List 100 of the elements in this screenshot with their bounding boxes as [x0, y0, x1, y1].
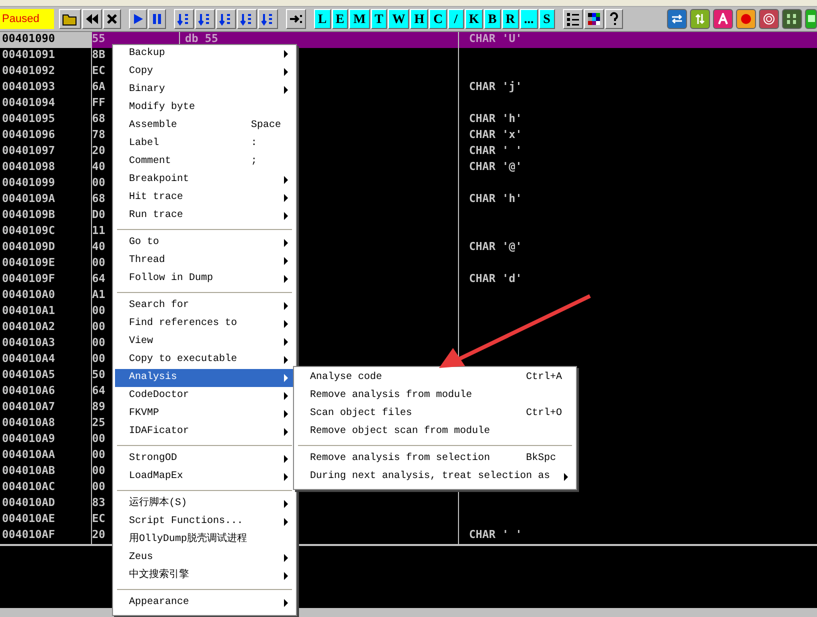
status-label: Paused: [0, 9, 54, 29]
comment-cell: CHAR 'h': [469, 112, 522, 125]
submenu-arrow-icon: [284, 410, 288, 418]
comment-cell: CHAR '@': [469, 160, 522, 173]
play-icon[interactable]: [129, 9, 147, 29]
address-cell: 0040109C: [0, 224, 92, 240]
comment-cell: CHAR 'd': [469, 272, 522, 285]
comment-cell: CHAR 'h': [469, 192, 522, 205]
address-cell: 004010AD: [0, 496, 92, 512]
address-cell: 00401099: [0, 176, 92, 192]
menu-item[interactable]: Remove analysis from selection BkSpc: [296, 450, 574, 468]
comment-cell: CHAR 'x': [469, 128, 522, 141]
pause-icon[interactable]: [148, 9, 166, 29]
address-cell: 004010AC: [0, 480, 92, 496]
address-cell: 00401098: [0, 160, 92, 176]
window-button[interactable]: L: [314, 9, 331, 29]
window-button[interactable]: C: [429, 9, 447, 29]
submenu-arrow-icon: [284, 572, 288, 580]
address-cell: 004010AE: [0, 512, 92, 528]
address-cell: 004010A7: [0, 400, 92, 416]
address-cell: 00401093: [0, 80, 92, 96]
submenu-arrow-icon: [284, 500, 288, 508]
address-cell: 004010A0: [0, 288, 92, 304]
address-cell: 00401094: [0, 96, 92, 112]
window-button[interactable]: B: [484, 9, 501, 29]
submenu-arrow-icon: [284, 473, 288, 481]
window-button[interactable]: K: [464, 9, 483, 29]
submenu-arrow-icon: [284, 239, 288, 247]
open-icon[interactable]: [59, 9, 81, 29]
a-icon[interactable]: [713, 9, 733, 29]
submenu-arrow-icon: [284, 50, 288, 58]
window-button[interactable]: /: [448, 9, 464, 29]
step-icon[interactable]: [216, 9, 236, 29]
monitor-icon[interactable]: [805, 9, 817, 29]
submenu-arrow-icon: [284, 320, 288, 328]
submenu-arrow-icon: [284, 86, 288, 94]
address-cell: 0040109E: [0, 256, 92, 272]
menu-item[interactable]: Remove analysis from module: [296, 387, 574, 405]
address-cell: 00401097: [0, 144, 92, 160]
address-cell: 00401092: [0, 64, 92, 80]
address-cell: 004010AB: [0, 464, 92, 480]
address-cell: 00401091: [0, 48, 92, 64]
submenu-arrow-icon: [284, 356, 288, 364]
updown-icon[interactable]: [690, 9, 710, 29]
address-cell: 004010A1: [0, 304, 92, 320]
comment-cell: CHAR 'U': [469, 32, 522, 45]
goto-icon[interactable]: [286, 9, 306, 29]
address-cell: 004010AA: [0, 448, 92, 464]
menu-item[interactable]: Remove object scan from module: [296, 423, 574, 441]
window-button[interactable]: E: [332, 9, 348, 29]
submenu-arrow-icon: [284, 599, 288, 607]
submenu-arrow-icon: [284, 257, 288, 265]
submenu-arrow-icon: [284, 338, 288, 346]
address-cell: 004010A2: [0, 320, 92, 336]
address-cell: 004010A5: [0, 368, 92, 384]
comment-cell: CHAR ' ': [469, 144, 522, 157]
rewind-icon[interactable]: [82, 9, 102, 29]
window-button[interactable]: W: [388, 9, 410, 29]
address-cell: 004010A8: [0, 416, 92, 432]
step-icon[interactable]: [258, 9, 278, 29]
help-icon[interactable]: [604, 9, 623, 29]
window-button[interactable]: T: [370, 9, 388, 29]
step-icon[interactable]: [237, 9, 257, 29]
submenu-arrow-icon: [284, 302, 288, 310]
address-cell: 0040109D: [0, 240, 92, 256]
step-icon[interactable]: [174, 9, 194, 29]
address-cell: 00401096: [0, 128, 92, 144]
address-cell: 0040109F: [0, 272, 92, 288]
step-icon[interactable]: [195, 9, 215, 29]
window-button[interactable]: R: [502, 9, 519, 29]
swap-icon[interactable]: [667, 9, 687, 29]
menu-item[interactable]: Zeus: [115, 549, 294, 567]
menu-item[interactable]: Analysis: [115, 369, 294, 387]
address-cell: 004010A3: [0, 336, 92, 352]
list-icon[interactable]: [562, 9, 583, 29]
menu-item[interactable]: 中文搜索引擎: [115, 567, 294, 585]
submenu-arrow-icon: [564, 473, 568, 481]
menu-item[interactable]: Appearance: [115, 594, 294, 612]
submenu-arrow-icon: [284, 68, 288, 76]
code-row[interactable]: 00401090 55 db 55 CHAR 'U': [0, 32, 817, 48]
record-icon[interactable]: [736, 9, 756, 29]
address-cell: 004010A4: [0, 352, 92, 368]
submenu-arrow-icon: [284, 554, 288, 562]
submenu-arrow-icon: [284, 518, 288, 526]
address-cell: 004010A6: [0, 384, 92, 400]
submenu-arrow-icon: [284, 212, 288, 220]
menu-item[interactable]: Scan object files Ctrl+O: [296, 405, 574, 423]
window-button[interactable]: M: [349, 9, 370, 29]
close-icon[interactable]: [103, 9, 121, 29]
address-cell: 0040109B: [0, 208, 92, 224]
window-button[interactable]: ...: [520, 9, 538, 29]
binary-icon[interactable]: [782, 9, 802, 29]
menu-item[interactable]: During next analysis, treat selection as: [296, 468, 574, 486]
window-button[interactable]: H: [410, 9, 428, 29]
window-button[interactable]: S: [538, 9, 555, 29]
menu-item[interactable]: Analyse code Ctrl+A: [296, 369, 574, 387]
palette-icon[interactable]: [584, 9, 604, 29]
comment-cell: CHAR 'j': [469, 80, 522, 93]
target-icon[interactable]: [759, 9, 779, 29]
disasm-cell: db 55: [185, 32, 218, 45]
